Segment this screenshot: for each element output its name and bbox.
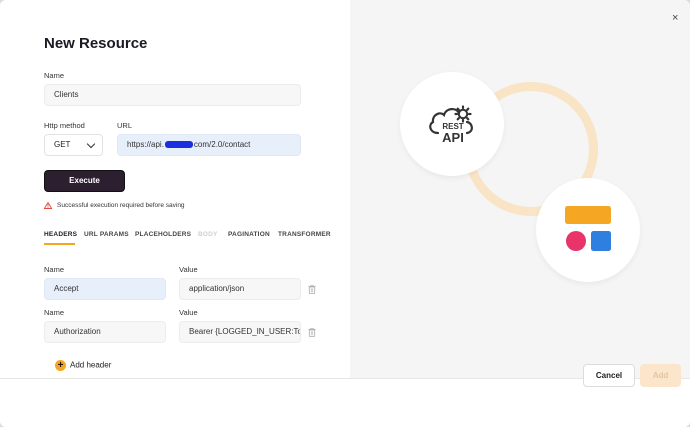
app-blocks-icon <box>565 206 611 251</box>
name-input[interactable]: Clients <box>44 84 301 106</box>
redaction-mark <box>164 141 193 149</box>
name-label: Name <box>44 71 65 80</box>
api-text: API <box>442 130 464 145</box>
rest-api-badge: REST API <box>400 72 504 176</box>
close-icon[interactable]: × <box>672 12 678 24</box>
header-value-input[interactable]: Bearer {LOGGED_IN_USER:To <box>179 321 301 343</box>
url-prefix: https://api. <box>127 140 164 149</box>
tab-pagination[interactable]: PAGINATION <box>228 231 270 238</box>
add-header-label: Add header <box>70 360 112 370</box>
trash-icon[interactable] <box>308 285 316 294</box>
rest-api-icon: REST API <box>429 105 473 145</box>
warning-icon <box>43 201 53 209</box>
cancel-button[interactable]: Cancel <box>583 364 635 387</box>
form-panel: New Resource Name Clients Http method GE… <box>0 0 350 378</box>
execution-warning: Successful execution required before sav… <box>43 201 185 209</box>
header-value-label: Value <box>179 265 198 274</box>
tab-headers[interactable]: HEADERS <box>44 231 77 238</box>
page-title: New Resource <box>44 35 148 52</box>
header-name-label: Name <box>44 265 65 274</box>
header-value-label: Value <box>179 308 198 317</box>
tab-placeholders[interactable]: PLACEHOLDERS <box>135 231 191 238</box>
new-resource-dialog: New Resource Name Clients Http method GE… <box>0 0 690 427</box>
add-header-button[interactable]: + Add header <box>55 360 111 371</box>
header-name-label: Name <box>44 308 65 317</box>
plus-icon: + <box>55 360 66 371</box>
method-label: Http method <box>44 121 85 130</box>
url-suffix: com/2.0/contact <box>193 140 251 149</box>
add-button[interactable]: Add <box>640 364 681 387</box>
url-label: URL <box>117 121 133 130</box>
tab-transformer[interactable]: TRANSFORMER <box>278 231 331 238</box>
header-value-input[interactable]: application/json <box>179 278 301 300</box>
header-name-input[interactable]: Accept <box>44 278 166 300</box>
active-tab-indicator <box>44 243 75 245</box>
execute-button[interactable]: Execute <box>44 170 125 192</box>
app-blocks-badge <box>536 178 640 282</box>
method-select[interactable]: GET <box>44 134 103 156</box>
warning-text: Successful execution required before sav… <box>57 202 185 209</box>
trash-icon[interactable] <box>308 328 316 337</box>
tab-url-params[interactable]: URL PARAMS <box>84 231 129 238</box>
tab-body: BODY <box>198 231 218 238</box>
chevron-down-icon <box>86 139 96 149</box>
header-name-input[interactable]: Authorization <box>44 321 166 343</box>
method-value: GET <box>54 140 71 149</box>
url-input[interactable]: https://api. com/2.0/contact <box>117 134 301 156</box>
